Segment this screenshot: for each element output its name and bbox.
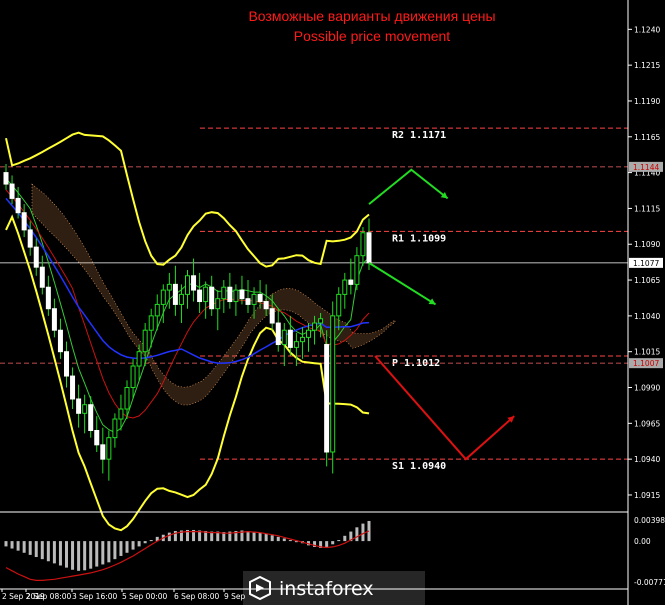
candle-body xyxy=(148,315,154,331)
candle-body xyxy=(299,336,305,343)
candle-body xyxy=(64,351,69,377)
candle-body xyxy=(257,293,263,303)
candle-body xyxy=(287,329,293,348)
candle-body xyxy=(82,404,88,414)
level-label-r1: R1 1.1099 xyxy=(392,233,446,244)
chart-title: Возможные варианты движения цены xyxy=(248,8,495,24)
candle-body xyxy=(245,298,251,305)
candle-body xyxy=(130,365,136,389)
time-tick-label: 2 Sep 08:00 xyxy=(26,592,72,601)
candle-body xyxy=(318,318,324,324)
candle-body xyxy=(88,404,94,431)
price-tick-label: 1.1190 xyxy=(634,97,660,106)
candle-body xyxy=(166,283,172,291)
price-tick-label: 1.1165 xyxy=(634,133,660,142)
level-label-s1: S1 1.0940 xyxy=(392,461,446,472)
level-label-r2: R2 1.1171 xyxy=(392,130,446,141)
price-tick-label: 1.1240 xyxy=(634,25,660,34)
macd-tick-label: 0.00398 xyxy=(634,516,665,525)
candle-body xyxy=(142,329,148,353)
chart-subtitle: Possible price movement xyxy=(294,28,451,44)
chart-canvas: R2 1.1171R1 1.1099P 1.1012S1 1.0940 1.12… xyxy=(0,0,665,605)
candle-body xyxy=(203,286,209,303)
candle-body xyxy=(185,275,190,295)
candle-body xyxy=(70,375,76,400)
candle-body xyxy=(239,289,245,300)
candle-body xyxy=(33,246,39,268)
candle-body xyxy=(233,289,239,303)
candle-body xyxy=(160,289,166,305)
candle-body xyxy=(100,444,106,460)
macd-tick-label: 0.00 xyxy=(634,537,651,546)
candle-body xyxy=(191,275,197,291)
candle-body xyxy=(360,232,366,257)
candle-body xyxy=(124,387,130,410)
candle-body xyxy=(366,232,372,264)
candle-body xyxy=(263,301,269,310)
candle-body xyxy=(336,293,342,317)
candle-body xyxy=(324,344,330,453)
price-tick-label: 1.1115 xyxy=(634,204,660,213)
candle-body xyxy=(45,286,51,310)
candle-body xyxy=(197,289,203,303)
price-tick-label: 1.0940 xyxy=(634,455,660,464)
candle-body xyxy=(269,308,275,324)
time-tick-label: 3 Sep 16:00 xyxy=(72,592,118,601)
candle-body xyxy=(330,315,336,453)
instaforex-logo: instaforex xyxy=(243,571,425,605)
candle-body xyxy=(21,212,27,231)
candle-body xyxy=(312,322,318,331)
candle-body xyxy=(15,197,21,214)
candle-body xyxy=(112,418,118,439)
candle-body xyxy=(209,286,215,310)
price-tick-label: 1.0915 xyxy=(634,491,660,500)
candle-body xyxy=(3,172,9,185)
candle-body xyxy=(275,322,281,346)
candle-body xyxy=(9,183,15,199)
candle-body xyxy=(51,308,57,331)
macd-tick-label: -0.00771 xyxy=(634,578,665,587)
price-tick-label: 1.1065 xyxy=(634,276,660,285)
time-tick-label: 9 Sep xyxy=(224,592,246,601)
candle-body xyxy=(154,303,160,317)
candle-body xyxy=(281,329,287,346)
price-tag-resistance-tag: 1.1144 xyxy=(633,163,659,172)
candle-body xyxy=(76,398,82,414)
price-tick-label: 1.0965 xyxy=(634,419,660,428)
candle-body xyxy=(221,286,227,300)
candle-body xyxy=(94,429,100,446)
candle-body xyxy=(172,283,178,305)
candle-body xyxy=(27,229,33,248)
candle-body xyxy=(106,437,112,460)
price-tag-current-price: 1.1077 xyxy=(633,259,659,268)
logo-wordmark: instaforex xyxy=(279,578,374,600)
candle-body xyxy=(354,255,360,285)
price-tick-label: 1.1090 xyxy=(634,240,660,249)
candle-body xyxy=(57,329,63,353)
time-tick-label: 5 Sep 00:00 xyxy=(122,592,168,601)
price-tick-label: 1.1040 xyxy=(634,312,660,321)
candle-body xyxy=(39,266,45,288)
price-tick-label: 1.1015 xyxy=(634,348,660,357)
candle-body xyxy=(136,351,142,367)
price-tick-label: 1.1215 xyxy=(634,61,660,70)
price-tick-label: 1.0990 xyxy=(634,384,660,393)
candle-body xyxy=(215,298,221,310)
candle-body xyxy=(348,279,354,285)
time-tick-label: 6 Sep 08:00 xyxy=(174,592,220,601)
candle-body xyxy=(293,341,299,348)
candle-body xyxy=(227,286,233,303)
candle-body xyxy=(306,329,311,338)
candle-body xyxy=(118,408,124,420)
price-tag-support-tag: 1.1007 xyxy=(633,359,659,368)
candle-body xyxy=(342,279,348,295)
candle-body xyxy=(251,293,257,305)
candle-body xyxy=(178,293,184,305)
